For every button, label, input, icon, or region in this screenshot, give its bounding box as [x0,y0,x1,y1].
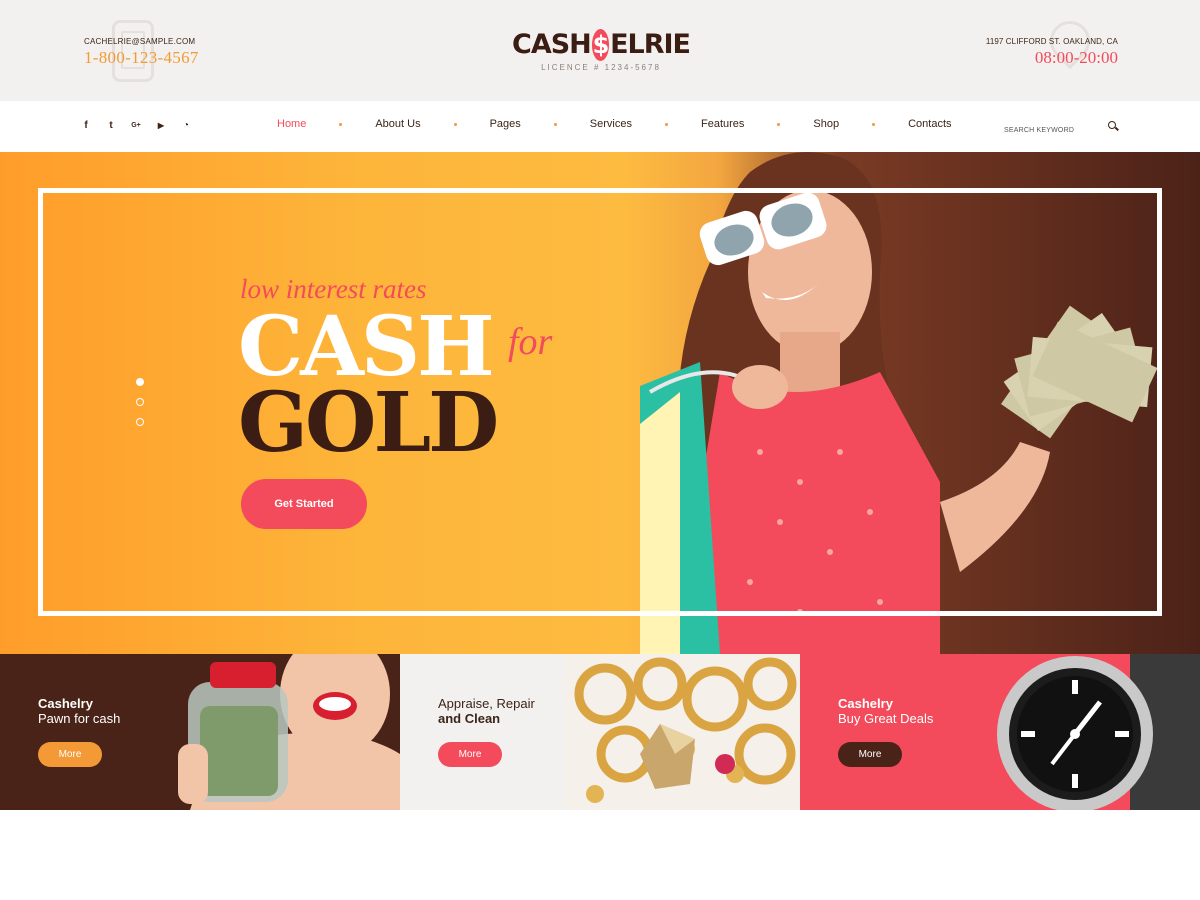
nav-item-services[interactable]: Services [575,118,647,130]
nav-item-shop[interactable]: Shop [798,118,854,130]
gold-jewelry-photo [565,654,800,810]
feature-pawn: Cashelry Pawn for cash More [0,654,400,810]
nav-item-about-us[interactable]: About Us [360,118,435,130]
feature-subtitle: Buy Great Deals [838,711,934,726]
search-input[interactable] [1004,127,1094,134]
top-header: CACHELRIE@SAMPLE.COM 1-800-123-4567 CASH… [0,0,1200,101]
nav-separator [339,122,343,126]
slide-dot-1[interactable] [136,378,144,386]
main-menu: Home About Us Pages Services Features Sh… [262,118,967,130]
nav-separator [553,122,557,126]
youtube-icon[interactable]: ▶ [155,119,167,133]
rss-icon[interactable]: ◔ [180,119,192,133]
nav-separator [872,122,876,126]
site-logo[interactable]: CASH $ ELRIE LICENCE # 1234-5678 [512,28,691,72]
nav-item-pages[interactable]: Pages [475,118,536,130]
get-started-button[interactable]: Get Started [241,479,367,529]
nav-separator [453,122,457,126]
contact-address: 1197 CLIFFORD ST. OAKLAND, CA [985,37,1118,46]
more-button[interactable]: More [838,742,902,767]
logo-text-right: ELRIE [610,29,691,60]
feature-subtitle: Pawn for cash [38,711,121,726]
feature-deals: Cashelry Buy Great Deals More [800,654,1200,810]
slide-dot-3[interactable] [136,418,144,426]
feature-boxes: Cashelry Pawn for cash More Appraise, Re… [0,654,1200,810]
nav-item-features[interactable]: Features [686,118,759,130]
social-links: f t G+ ▶ ◔ [80,119,192,133]
nav-item-home[interactable]: Home [262,118,321,130]
licence-number: LICENCE # 1234-5678 [541,63,661,72]
hero-headline-for: for [508,321,553,363]
dollar-coin-icon: $ [591,29,609,61]
slider-pagination [136,378,144,438]
more-button[interactable]: More [38,742,102,767]
contact-phone[interactable]: 1-800-123-4567 [84,48,199,68]
nav-item-contacts[interactable]: Contacts [893,118,966,130]
feature-title: Cashelry [38,696,93,711]
search-bar [1004,119,1120,135]
hero-slider: low interest rates CASH for GOLD Get Sta… [0,152,1200,654]
feature-title: Appraise, Repair [438,696,535,711]
more-button[interactable]: More [438,742,502,767]
slide-dot-2[interactable] [136,398,144,406]
hero-frame [38,188,1162,616]
hero-headline-gold: GOLD [238,375,499,471]
feature-title: Cashelry [838,696,893,711]
contact-phone-block: CACHELRIE@SAMPLE.COM 1-800-123-4567 [84,20,199,82]
search-icon[interactable] [1108,121,1116,129]
logo-text-left: CASH [512,29,592,60]
nav-separator [777,122,781,126]
facebook-icon[interactable]: f [80,119,92,133]
main-navbar: f t G+ ▶ ◔ Home About Us Pages Services … [0,101,1200,152]
opening-hours: 08:00-20:00 [1034,48,1118,67]
google-plus-icon[interactable]: G+ [130,119,142,133]
wristwatch-photo [997,654,1200,810]
twitter-icon[interactable]: t [105,119,117,133]
money-jar-photo [178,654,400,810]
contact-address-block: 1197 CLIFFORD ST. OAKLAND, CA 08:00-20:0… [985,12,1118,70]
nav-separator [664,122,668,126]
feature-subtitle: and Clean [438,711,501,726]
contact-email[interactable]: CACHELRIE@SAMPLE.COM [84,37,199,46]
feature-appraise: Appraise, Repair and Clean More [400,654,800,810]
